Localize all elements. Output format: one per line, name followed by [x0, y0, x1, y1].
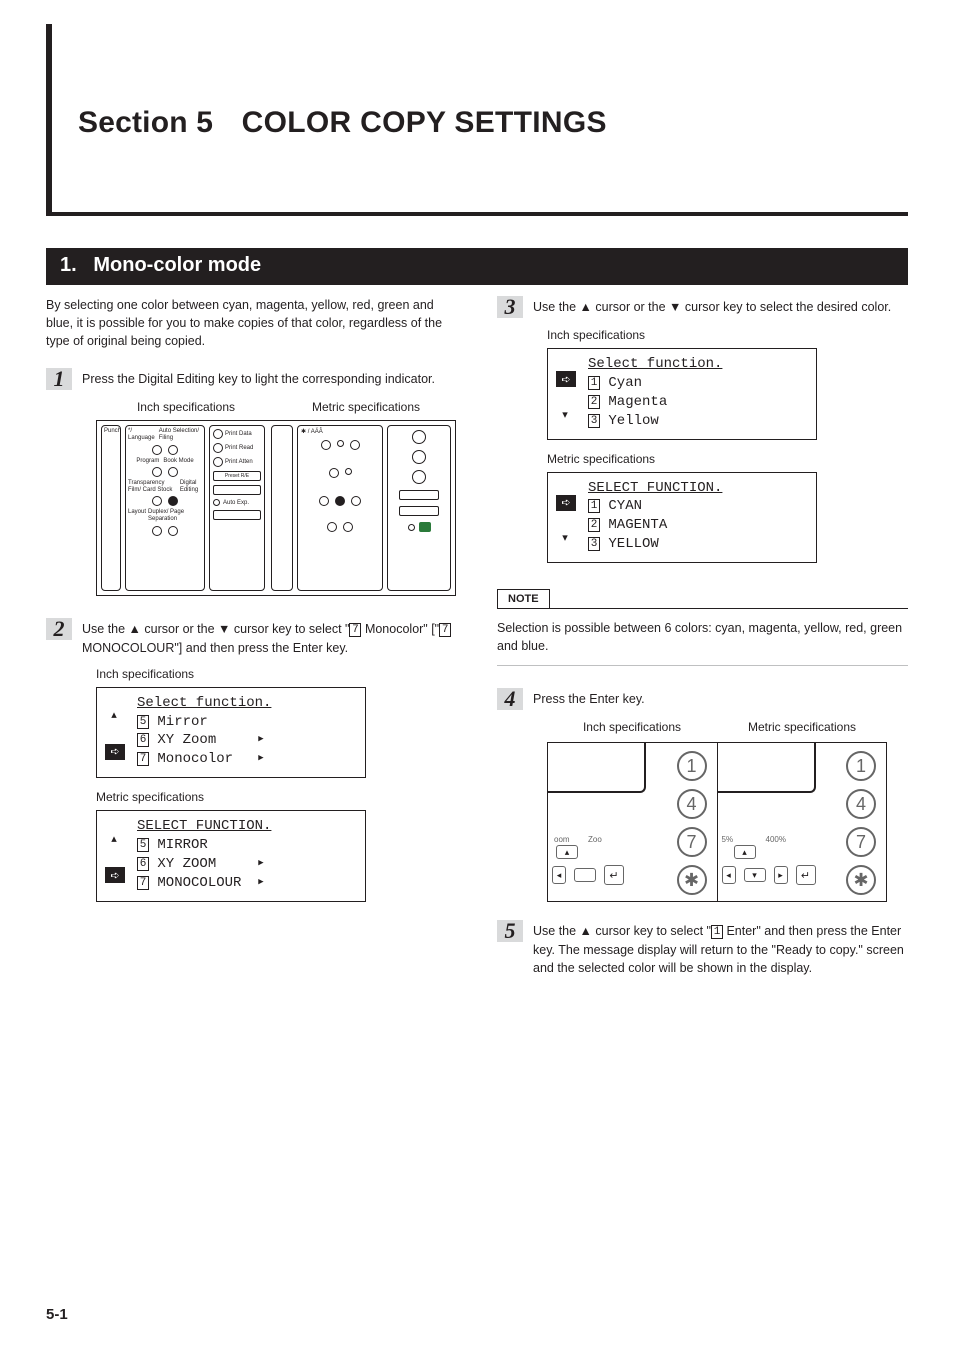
step-1: 1 Press the Digital Editing key to light… [46, 368, 457, 390]
step-number-badge: 5 [497, 920, 523, 942]
step-number-badge: 3 [497, 296, 523, 318]
step-2: 2 Use the ▲ cursor or the ▼ cursor key t… [46, 618, 457, 656]
section-heading: COLOR COPY SETTINGS [242, 106, 607, 139]
right-column: 3 Use the ▲ cursor or the ▼ cursor key t… [497, 296, 908, 987]
label-inch: Inch specifications [96, 400, 276, 414]
key-star-button: ✱ [677, 865, 707, 895]
key-star-button: ✱ [846, 865, 876, 895]
keypad-right: 1 4 7 ✱ 5% 400% ▴ ◂ ▾ ▸ ↵ [717, 743, 887, 901]
step-4: 4 Press the Enter key. [497, 688, 908, 710]
right-arrow-icon: ➪ [105, 744, 125, 760]
right-arrow-icon: ➪ [105, 867, 125, 883]
lcd-step3-inch: ➪ ▾ Select function. 1 Cyan 2 Magenta 3 … [547, 348, 817, 440]
right-arrow-icon: ➪ [556, 495, 576, 511]
key-4-button: 4 [677, 789, 707, 819]
key-1-button: 1 [846, 751, 876, 781]
step-3: 3 Use the ▲ cursor or the ▼ cursor key t… [497, 296, 908, 318]
label-metric: Metric specifications [717, 720, 887, 734]
up-arrow-icon: ▴ [105, 831, 123, 845]
step-number-badge: 4 [497, 688, 523, 710]
key-4-button: 4 [846, 789, 876, 819]
step-number-badge: 2 [46, 618, 72, 640]
page-number: 5-1 [46, 1306, 68, 1323]
lcd-step2-inch: ▴ ➪ Select function. 5 Mirror 6 XY Zoom … [96, 687, 366, 779]
up-arrow-icon: ▴ [105, 708, 123, 722]
intro-paragraph: By selecting one color between cyan, mag… [46, 296, 457, 350]
key-7-button: 7 [846, 827, 876, 857]
section-label: Section 5 [78, 106, 213, 139]
lcd-step2-metric: ▴ ➪ SELECT FUNCTION. 5 MIRROR 6 XY ZOOM … [96, 810, 366, 902]
section-title: Section 5 COLOR COPY SETTINGS [78, 106, 607, 140]
subsection-heading-bar: 1. Mono-color mode [46, 248, 908, 285]
right-arrow-icon: ➪ [556, 371, 576, 387]
heading-title: Mono-color mode [93, 254, 261, 276]
control-panel-diagram: Punch */ Language Auto Selection/ Filing… [96, 420, 456, 596]
note-rule-bottom [497, 665, 908, 666]
down-arrow-icon: ▾ [556, 531, 574, 545]
note-body: Selection is possible between 6 colors: … [497, 619, 908, 655]
step-5: 5 Use the ▲ cursor key to select "1 Ente… [497, 920, 908, 976]
note-rule-top [497, 608, 908, 609]
left-column: By selecting one color between cyan, mag… [46, 296, 457, 987]
step-1-text: Press the Digital Editing key to light t… [82, 368, 435, 388]
label-metric: Metric specifications [547, 452, 908, 466]
keypad-left: 1 4 7 ✱ oom Zoo ▴ ◂ ↵ [548, 743, 717, 901]
note-label: NOTE [497, 589, 550, 608]
label-inch: Inch specifications [547, 720, 717, 734]
label-metric: Metric specifications [96, 790, 457, 804]
key-1-button: 1 [677, 751, 707, 781]
step-4-text: Press the Enter key. [533, 688, 645, 708]
key-7-button: 7 [677, 827, 707, 857]
step-5-text: Use the ▲ cursor key to select "1 Enter"… [533, 920, 908, 976]
label-inch: Inch specifications [547, 328, 908, 342]
section-vertical-bar [46, 24, 52, 212]
step-3-text: Use the ▲ cursor or the ▼ cursor key to … [533, 296, 891, 316]
label-inch: Inch specifications [96, 667, 457, 681]
down-arrow-icon: ▾ [556, 407, 574, 421]
step-2-text: Use the ▲ cursor or the ▼ cursor key to … [82, 618, 457, 656]
step-number-badge: 1 [46, 368, 72, 390]
heading-number: 1. [60, 254, 77, 276]
lcd-step3-metric: ➪ ▾ SELECT FUNCTION. 1 CYAN 2 MAGENTA 3 … [547, 472, 817, 564]
horizontal-rule [46, 212, 908, 216]
keypad-diagram: 1 4 7 ✱ oom Zoo ▴ ◂ ↵ [547, 742, 887, 902]
label-metric: Metric specifications [276, 400, 456, 414]
